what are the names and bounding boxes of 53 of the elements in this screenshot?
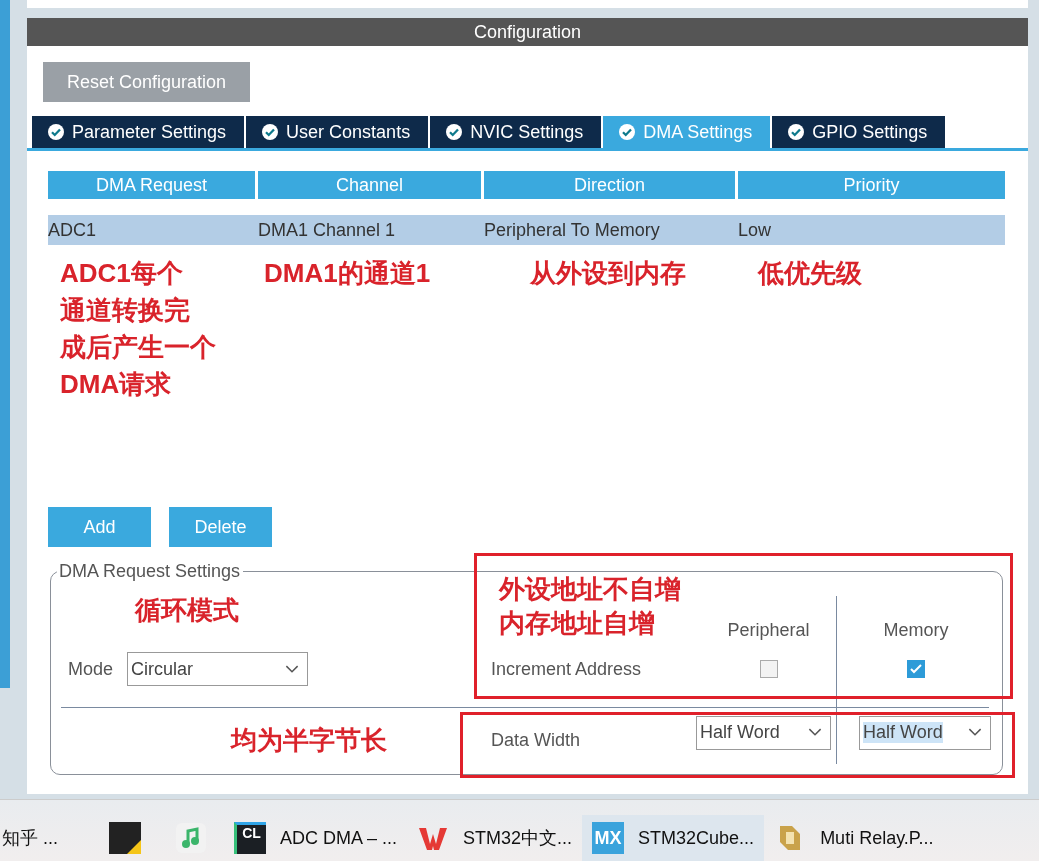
table-row[interactable]: ADC1 DMA1 Channel 1 Peripheral To Memory Low: [48, 215, 1005, 245]
annotation-text: 均为半字节长: [231, 724, 387, 757]
caret-icon: [968, 728, 982, 737]
annotation-text: DMA1的通道1: [264, 257, 432, 290]
table-cell-text: ADC1: [48, 219, 97, 242]
checkbox[interactable]: [759, 660, 778, 678]
table-cell-text: DMA1 Channel 1: [258, 219, 397, 242]
width-dropdown[interactable]: Half Word: [859, 715, 991, 750]
taskbar-item[interactable]: Muti Relay.P...: [764, 815, 944, 861]
annotation-text: 从外设到内存: [530, 257, 687, 290]
annotation-text: 循环模式: [135, 595, 239, 625]
mode-label: Mode: [68, 658, 114, 680]
check-circle-icon: [48, 124, 64, 140]
annotation-text: DMA请求: [60, 368, 173, 401]
group-legend: DMA Request Settings: [57, 561, 244, 582]
tab[interactable]: Parameter Settings: [32, 116, 245, 148]
table-cell-text: Low: [738, 219, 773, 242]
caret-icon: [808, 728, 822, 737]
table-cell-text: Peripheral To Memory: [484, 219, 661, 242]
app-icon: CL: [234, 822, 266, 854]
caret-icon: [285, 664, 300, 674]
check-circle-icon: [619, 124, 636, 140]
tab[interactable]: NVIC Settings: [430, 116, 602, 148]
column-header: DMA Request: [48, 171, 255, 199]
column-header: Direction: [484, 171, 735, 199]
taskbar-item[interactable]: STM32中文...: [407, 815, 583, 861]
check-circle-icon: [262, 124, 279, 140]
annotation-text: 内存地址自增: [499, 607, 656, 640]
field-label: Increment Address: [491, 658, 642, 680]
checkbox[interactable]: [907, 660, 925, 678]
column-header: Memory: [883, 620, 949, 641]
annotation-text: 外设地址不自增: [499, 573, 682, 606]
taskbar-item[interactable]: 知乎 ...: [0, 815, 92, 861]
tab[interactable]: GPIO Settings: [772, 116, 946, 148]
column-header: Priority: [738, 171, 1005, 199]
tab[interactable]: User Constants: [246, 116, 429, 148]
window-title: Configuration: [27, 18, 1028, 46]
scroll-bar[interactable]: [0, 0, 10, 688]
annotation-text: 通道转换完: [60, 294, 191, 327]
check-circle-icon: [446, 124, 463, 140]
annotation-text: 成后产生一个: [60, 331, 217, 364]
taskbar-item[interactable]: MX STM32Cube...: [582, 815, 765, 861]
mode-dropdown[interactable]: Circular: [127, 652, 309, 686]
check-circle-icon: [788, 124, 805, 140]
field-label: Data Width: [491, 730, 581, 751]
column-header: Channel: [258, 171, 481, 199]
column-header: Peripheral: [727, 620, 810, 641]
width-dropdown[interactable]: Half Word: [696, 715, 831, 750]
taskbar-item[interactable]: CL ADC DMA – ...: [224, 815, 408, 861]
app-icon: [109, 822, 141, 854]
app-icon: MX: [592, 822, 625, 854]
annotation-text: 低优先级: [758, 257, 863, 290]
annotation-text: ADC1每个: [60, 257, 184, 290]
